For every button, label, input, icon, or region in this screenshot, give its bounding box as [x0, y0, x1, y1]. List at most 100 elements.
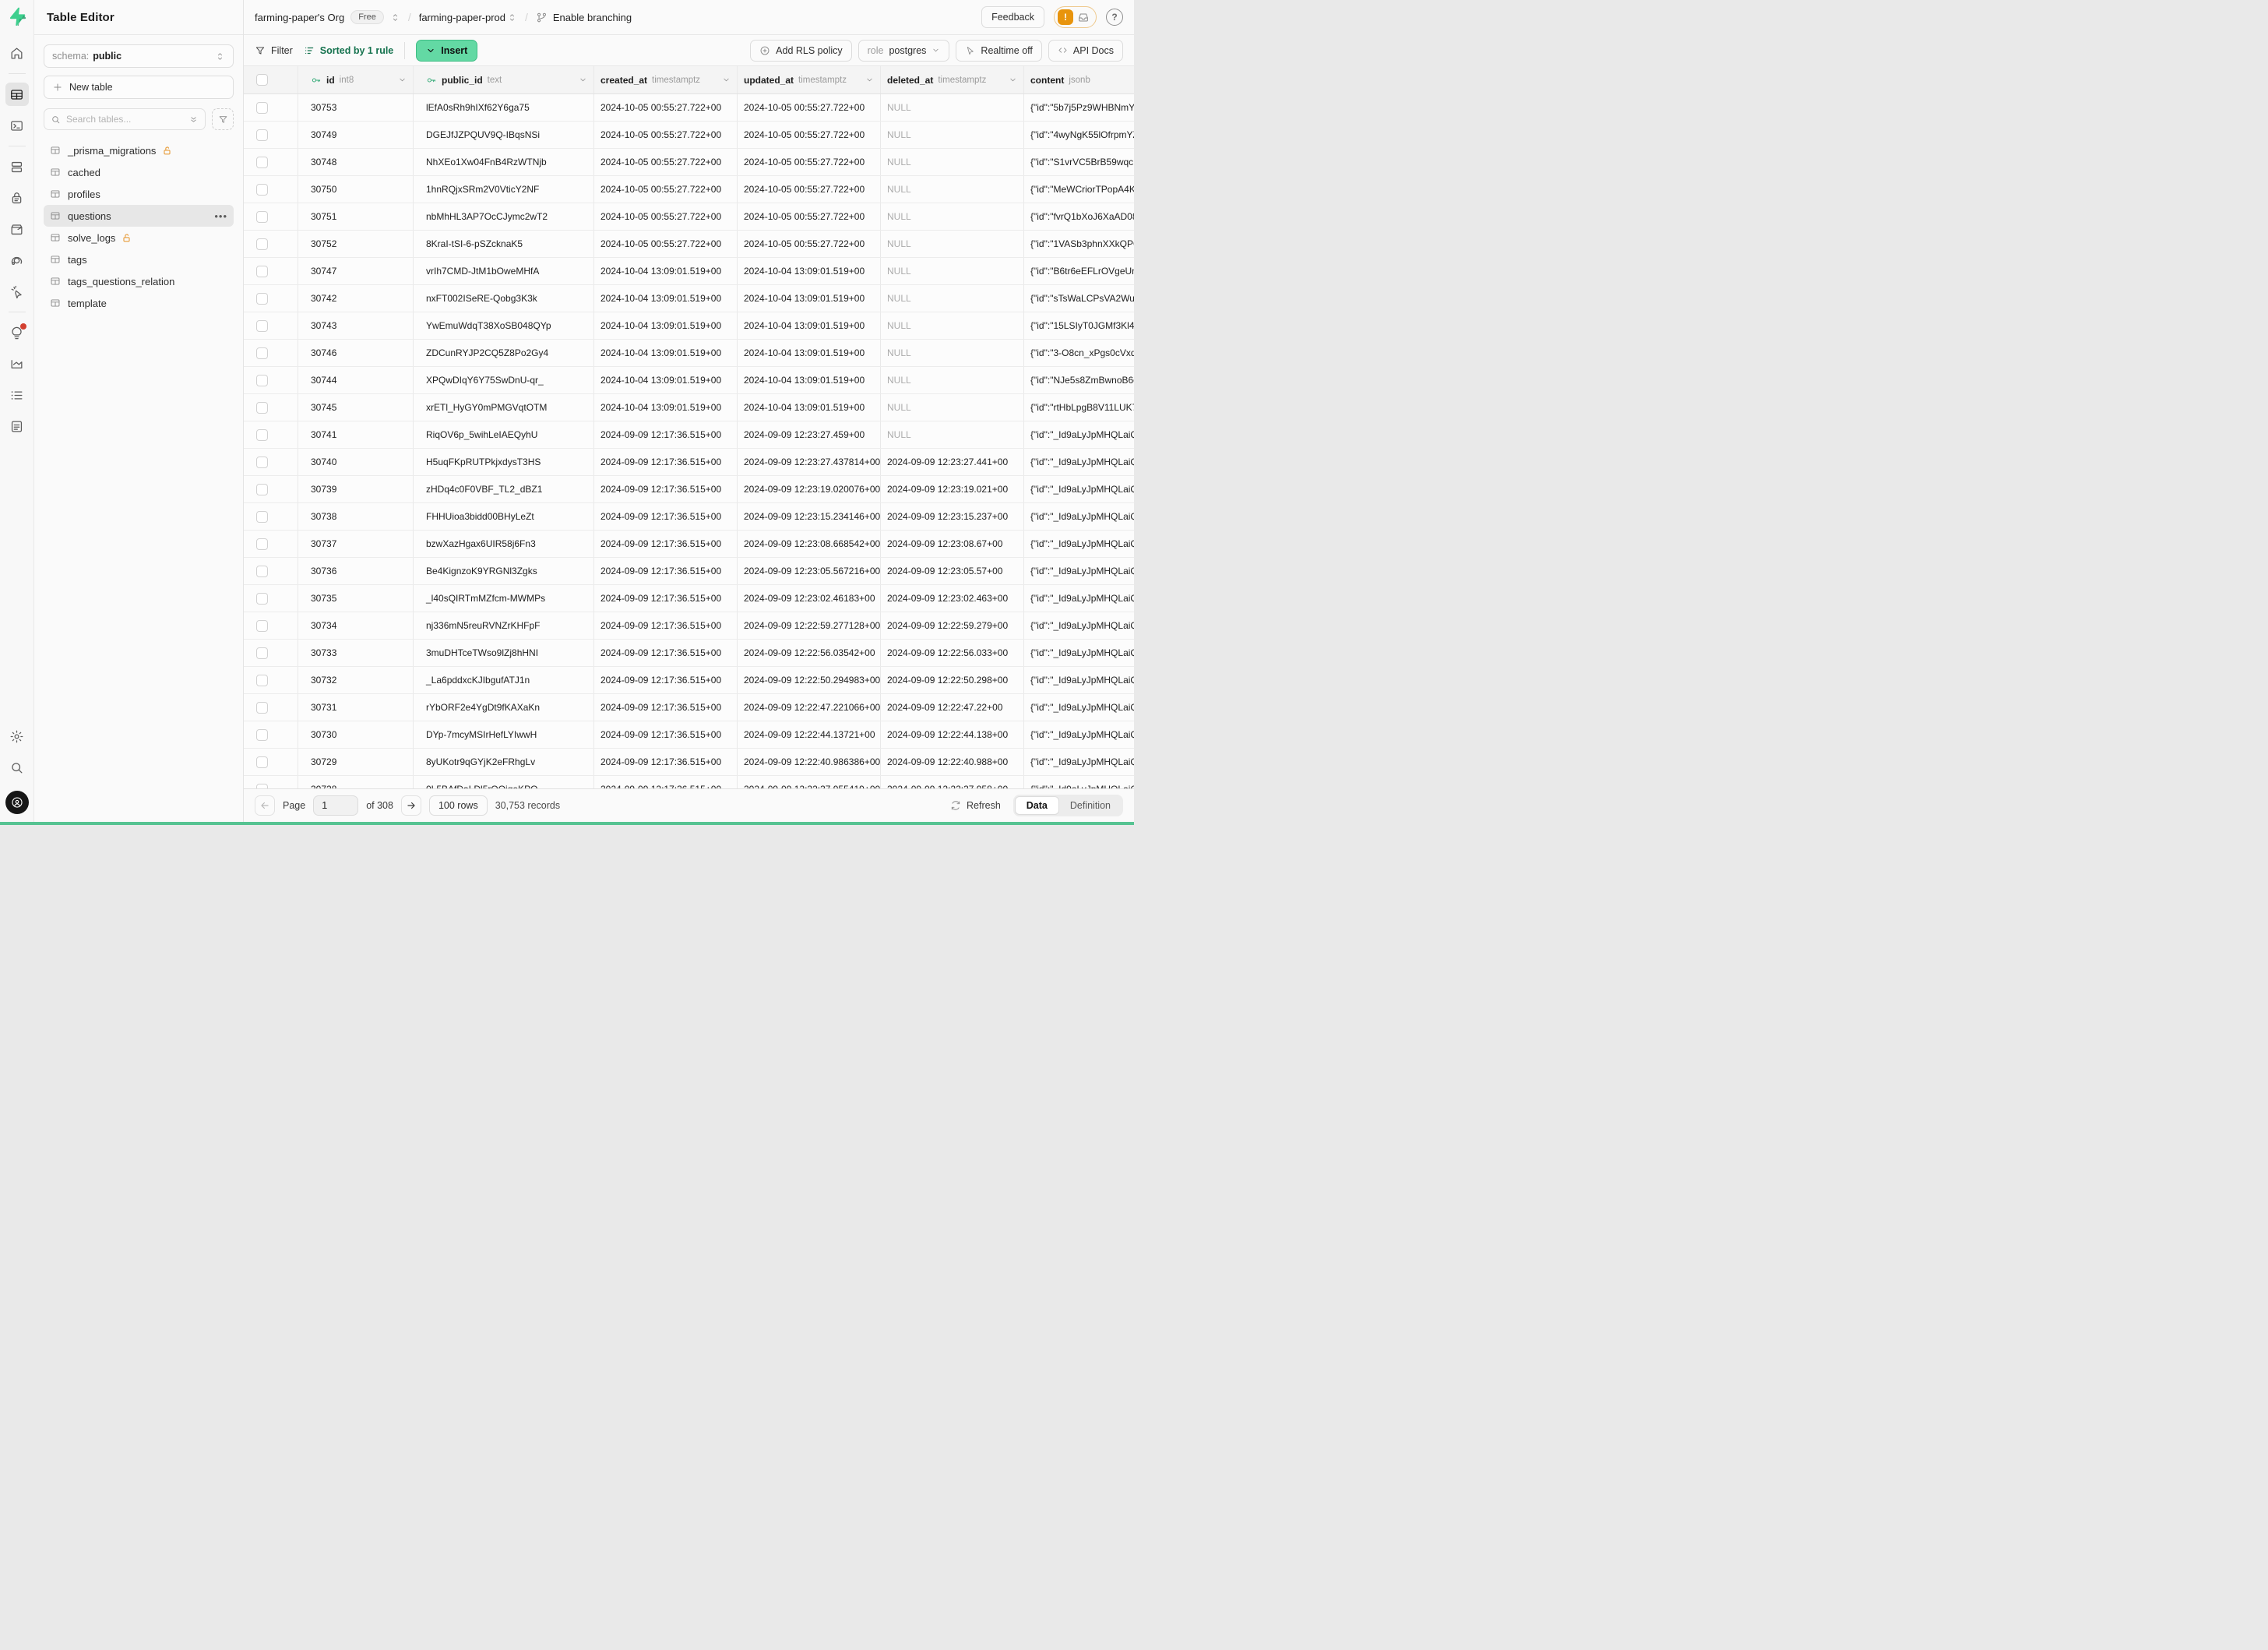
- cell-updated-at[interactable]: 2024-10-04 13:09:01.519+00: [738, 340, 881, 366]
- cell-created-at[interactable]: 2024-09-09 12:17:36.515+00: [594, 749, 738, 775]
- cell-content[interactable]: {"id":"_Id9aLyJpMHQLaiQC: [1024, 612, 1134, 639]
- cell-id[interactable]: 30729: [298, 749, 414, 775]
- cell-deleted-at[interactable]: NULL: [881, 367, 1024, 393]
- cell-created-at[interactable]: 2024-09-09 12:17:36.515+00: [594, 585, 738, 612]
- user-avatar[interactable]: [5, 791, 29, 814]
- role-select[interactable]: role postgres: [858, 40, 950, 62]
- cell-created-at[interactable]: 2024-09-09 12:17:36.515+00: [594, 776, 738, 788]
- cell-created-at[interactable]: 2024-10-05 00:55:27.722+00: [594, 149, 738, 175]
- cell-content[interactable]: {"id":"_Id9aLyJpMHQLaiQC: [1024, 721, 1134, 748]
- cell-id[interactable]: 30734: [298, 612, 414, 639]
- chevron-down-icon[interactable]: [579, 76, 587, 84]
- row-checkbox[interactable]: [256, 375, 268, 386]
- column-header-public-id[interactable]: public_id text: [414, 66, 594, 93]
- search-tables-input[interactable]: [66, 114, 188, 125]
- table-row[interactable]: 30745 xrETl_HyGY0mPMGVqtOTM 2024-10-04 1…: [244, 394, 1134, 421]
- chevrons-down-icon[interactable]: [188, 115, 199, 125]
- cell-deleted-at[interactable]: 2024-09-09 12:22:47.22+00: [881, 694, 1024, 721]
- cell-updated-at[interactable]: 2024-09-09 12:22:59.277128+00: [738, 612, 881, 639]
- row-checkbox[interactable]: [256, 157, 268, 168]
- table-row[interactable]: 30752 8KraI-tSI-6-pSZcknaK5 2024-10-05 0…: [244, 231, 1134, 258]
- cell-updated-at[interactable]: 2024-10-04 13:09:01.519+00: [738, 367, 881, 393]
- nav-edge-functions[interactable]: [5, 249, 29, 272]
- cell-content[interactable]: {"id":"_Id9aLyJpMHQLaiQC: [1024, 558, 1134, 584]
- cell-id[interactable]: 30741: [298, 421, 414, 448]
- cell-content[interactable]: {"id":"1VASb3phnXXkQPCpv: [1024, 231, 1134, 257]
- cell-updated-at[interactable]: 2024-09-09 12:22:44.13721+00: [738, 721, 881, 748]
- cell-id[interactable]: 30740: [298, 449, 414, 475]
- cell-public-id[interactable]: 0L5BAfDaLDl5rQOiqeKPO: [414, 776, 594, 788]
- sidebar-table-item[interactable]: questions •••: [44, 205, 234, 227]
- nav-realtime[interactable]: [5, 280, 29, 303]
- row-checkbox[interactable]: [256, 129, 268, 141]
- nav-settings[interactable]: [5, 725, 29, 748]
- row-checkbox[interactable]: [256, 593, 268, 605]
- select-all-checkbox[interactable]: [256, 74, 268, 86]
- cell-deleted-at[interactable]: 2024-09-09 12:23:02.463+00: [881, 585, 1024, 612]
- chevrons-up-down-icon[interactable]: [390, 12, 400, 23]
- cell-content[interactable]: {"id":"_Id9aLyJpMHQLaiQC: [1024, 449, 1134, 475]
- table-row[interactable]: 30731 rYbORF2e4YgDt9fKAXaKn 2024-09-09 1…: [244, 694, 1134, 721]
- cell-id[interactable]: 30750: [298, 176, 414, 203]
- cell-deleted-at[interactable]: NULL: [881, 421, 1024, 448]
- cell-created-at[interactable]: 2024-10-04 13:09:01.519+00: [594, 312, 738, 339]
- cell-content[interactable]: {"id":"_Id9aLyJpMHQLaiQC: [1024, 640, 1134, 666]
- cell-content[interactable]: {"id":"_Id9aLyJpMHQLaiQC: [1024, 776, 1134, 788]
- cell-created-at[interactable]: 2024-09-09 12:17:36.515+00: [594, 476, 738, 502]
- nav-home[interactable]: [5, 41, 29, 65]
- cell-public-id[interactable]: 8yUKotr9qGYjK2eFRhgLv: [414, 749, 594, 775]
- cell-content[interactable]: {"id":"rtHbLpgB8V11LUK7152: [1024, 394, 1134, 421]
- cell-content[interactable]: {"id":"_Id9aLyJpMHQLaiQC: [1024, 503, 1134, 530]
- cell-updated-at[interactable]: 2024-10-05 00:55:27.722+00: [738, 122, 881, 148]
- column-header-deleted-at[interactable]: deleted_at timestamptz: [881, 66, 1024, 93]
- cell-created-at[interactable]: 2024-10-05 00:55:27.722+00: [594, 176, 738, 203]
- cell-updated-at[interactable]: 2024-10-05 00:55:27.722+00: [738, 231, 881, 257]
- table-row[interactable]: 30740 H5uqFKpRUTPkjxdysT3HS 2024-09-09 1…: [244, 449, 1134, 476]
- cell-deleted-at[interactable]: NULL: [881, 340, 1024, 366]
- table-row[interactable]: 30742 nxFT002ISeRE-Qobg3K3k 2024-10-04 1…: [244, 285, 1134, 312]
- sidebar-table-item[interactable]: profiles •••: [44, 183, 234, 205]
- cell-content[interactable]: {"id":"_Id9aLyJpMHQLaiQC: [1024, 749, 1134, 775]
- cell-public-id[interactable]: RiqOV6p_5wihLeIAEQyhU: [414, 421, 594, 448]
- row-checkbox[interactable]: [256, 184, 268, 196]
- row-checkbox[interactable]: [256, 484, 268, 495]
- table-row[interactable]: 30728 0L5BAfDaLDl5rQOiqeKPO 2024-09-09 1…: [244, 776, 1134, 788]
- cell-public-id[interactable]: bzwXazHgax6UIR58j6Fn3: [414, 531, 594, 557]
- tab-definition[interactable]: Definition: [1059, 797, 1122, 814]
- page-number-input[interactable]: [313, 795, 358, 816]
- cell-public-id[interactable]: zHDq4c0F0VBF_TL2_dBZ1: [414, 476, 594, 502]
- cell-id[interactable]: 30753: [298, 94, 414, 121]
- row-checkbox[interactable]: [256, 102, 268, 114]
- cell-id[interactable]: 30748: [298, 149, 414, 175]
- cell-id[interactable]: 30751: [298, 203, 414, 230]
- cell-deleted-at[interactable]: 2024-09-09 12:22:56.033+00: [881, 640, 1024, 666]
- cell-id[interactable]: 30733: [298, 640, 414, 666]
- cell-updated-at[interactable]: 2024-09-09 12:22:47.221066+00: [738, 694, 881, 721]
- cell-id[interactable]: 30739: [298, 476, 414, 502]
- table-row[interactable]: 30736 Be4KignzoK9YRGNl3Zgks 2024-09-09 1…: [244, 558, 1134, 585]
- cell-updated-at[interactable]: 2024-10-05 00:55:27.722+00: [738, 94, 881, 121]
- cell-id[interactable]: 30742: [298, 285, 414, 312]
- cell-created-at[interactable]: 2024-10-04 13:09:01.519+00: [594, 258, 738, 284]
- cell-content[interactable]: {"id":"fvrQ1bXoJ6XaAD08G: [1024, 203, 1134, 230]
- insert-button[interactable]: Insert: [416, 40, 477, 62]
- schema-select[interactable]: schema: public: [44, 44, 234, 68]
- cell-created-at[interactable]: 2024-09-09 12:17:36.515+00: [594, 667, 738, 693]
- sidebar-table-item[interactable]: tags •••: [44, 249, 234, 270]
- cell-public-id[interactable]: rYbORF2e4YgDt9fKAXaKn: [414, 694, 594, 721]
- cell-deleted-at[interactable]: 2024-09-09 12:22:37.958+00: [881, 776, 1024, 788]
- cell-updated-at[interactable]: 2024-10-05 00:55:27.722+00: [738, 203, 881, 230]
- row-checkbox[interactable]: [256, 729, 268, 741]
- cell-content[interactable]: {"id":"15LSIyT0JGMf3Kl4Vn: [1024, 312, 1134, 339]
- chevron-down-icon[interactable]: [1009, 76, 1017, 84]
- cell-id[interactable]: 30743: [298, 312, 414, 339]
- cell-updated-at[interactable]: 2024-10-04 13:09:01.519+00: [738, 312, 881, 339]
- cell-id[interactable]: 30731: [298, 694, 414, 721]
- cell-public-id[interactable]: _La6pddxcKJIbgufATJ1n: [414, 667, 594, 693]
- cell-updated-at[interactable]: 2024-09-09 12:23:19.020076+00: [738, 476, 881, 502]
- sidebar-table-item[interactable]: cached •••: [44, 161, 234, 183]
- nav-storage[interactable]: [5, 217, 29, 241]
- nav-advisors[interactable]: [5, 321, 29, 344]
- cell-updated-at[interactable]: 2024-09-09 12:23:27.437814+00: [738, 449, 881, 475]
- cell-deleted-at[interactable]: 2024-09-09 12:22:50.298+00: [881, 667, 1024, 693]
